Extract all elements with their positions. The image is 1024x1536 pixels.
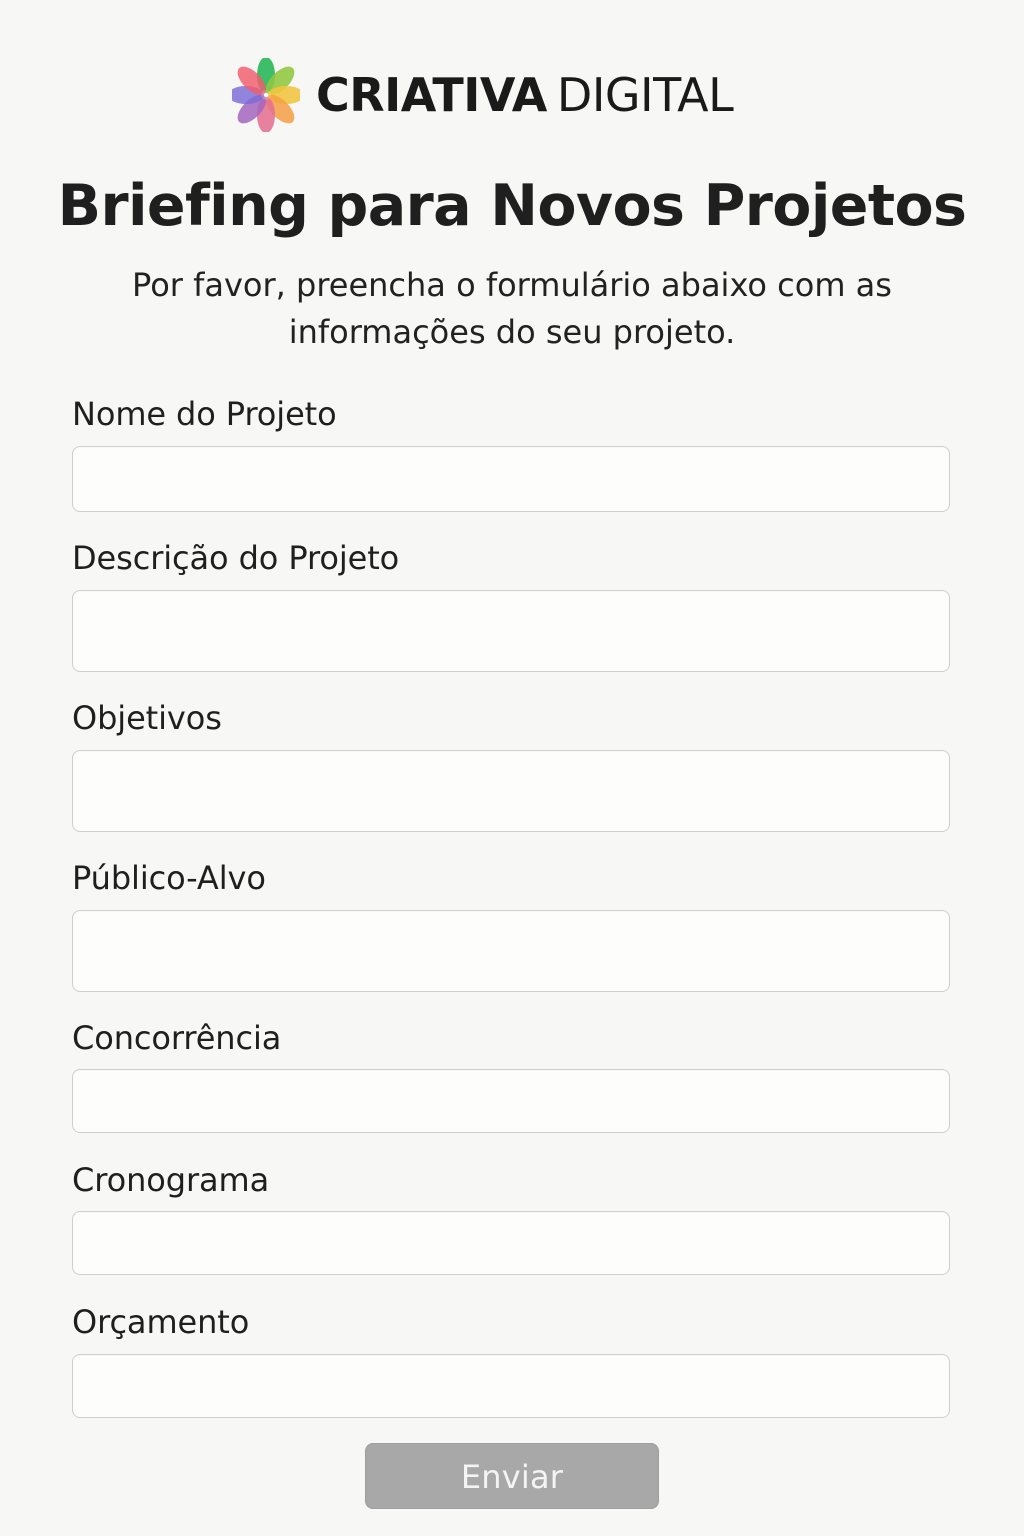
brand-name: CRIATIVA DIGITAL (316, 72, 734, 118)
budget-label: Orçamento (72, 1303, 250, 1341)
brand-name-light: DIGITAL (556, 68, 734, 122)
page-title: Briefing para Novos Projetos (57, 173, 967, 239)
brand-header: CRIATIVA DIGITAL (232, 58, 734, 132)
target-audience-label: Público-Alvo (72, 859, 266, 897)
project-name-label: Nome do Projeto (72, 395, 337, 433)
page-subtitle: Por favor, preencha o formulário abaixo … (132, 266, 892, 351)
submit-button[interactable]: Enviar (365, 1443, 659, 1509)
schedule-input[interactable] (72, 1211, 950, 1275)
project-name-input[interactable] (72, 446, 950, 512)
project-description-label: Descrição do Projeto (72, 539, 400, 577)
briefing-page: CRIATIVA DIGITAL Briefing para Novos Proj… (0, 0, 1024, 1536)
target-audience-input[interactable] (72, 910, 950, 992)
project-description-input[interactable] (72, 590, 950, 672)
objectives-label: Objetivos (72, 699, 222, 737)
schedule-label: Cronograma (72, 1161, 270, 1199)
competition-input[interactable] (72, 1069, 950, 1133)
competition-label: Concorrência (72, 1019, 282, 1057)
objectives-input[interactable] (72, 750, 950, 832)
budget-input[interactable] (72, 1354, 950, 1418)
brand-name-strong: CRIATIVA (316, 68, 547, 122)
colorful-flower-logo-icon (232, 58, 300, 132)
